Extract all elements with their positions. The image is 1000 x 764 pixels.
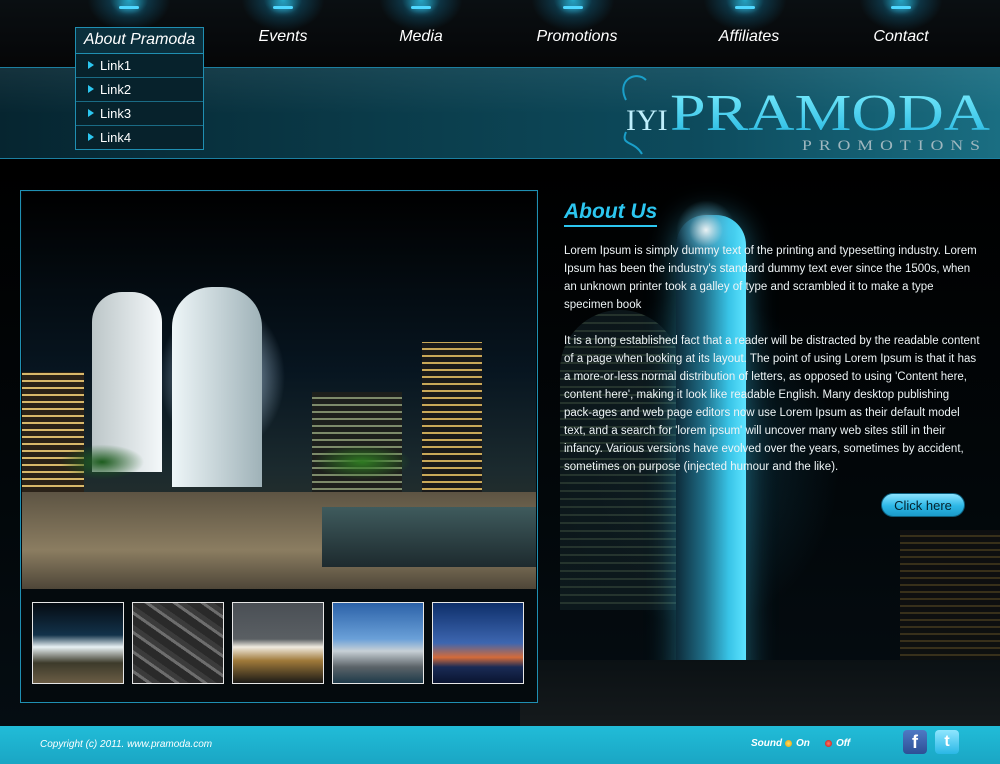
arrow-right-icon: [88, 61, 94, 69]
gallery-thumbnail-4[interactable]: [332, 602, 424, 684]
photo-shape: [322, 507, 536, 567]
about-dropdown-menu: About Pramoda Link1 Link2 Link3 Link4: [75, 27, 204, 150]
gallery-thumbnail-5[interactable]: [432, 602, 524, 684]
sound-on-icon: [785, 740, 792, 747]
logo-subtitle: PROMOTIONS: [802, 138, 987, 154]
arrow-right-icon: [88, 109, 94, 117]
dropdown-link-label: Link1: [100, 58, 132, 73]
nav-contact[interactable]: Contact: [836, 28, 966, 52]
about-heading: About Us: [564, 200, 658, 227]
dropdown-link-1[interactable]: Link1: [76, 54, 203, 78]
footer: Copyright (c) 2011. www.pramoda.com Soun…: [0, 726, 1000, 764]
dropdown-link-3[interactable]: Link3: [76, 102, 203, 126]
arrow-right-icon: [88, 133, 94, 141]
pramoda-logo[interactable]: IYI PRAMODA PROMOTIONS: [612, 70, 997, 158]
arrow-right-icon: [88, 85, 94, 93]
sound-off-button[interactable]: Off: [825, 738, 850, 749]
click-here-button[interactable]: Click here: [881, 493, 965, 517]
nav-events[interactable]: Events: [218, 28, 348, 52]
sound-on-label: On: [796, 738, 810, 749]
dropdown-link-2[interactable]: Link2: [76, 78, 203, 102]
gallery-thumbnail-3[interactable]: [232, 602, 324, 684]
sound-label: Sound: [751, 738, 783, 749]
gallery-thumbnail-1[interactable]: [32, 602, 124, 684]
logo-name: PRAMODA: [670, 85, 991, 142]
nav-media[interactable]: Media: [356, 28, 486, 52]
background-ground: [520, 660, 1000, 726]
nav-about-pramoda[interactable]: About Pramoda: [76, 28, 203, 54]
logo-mark: IYI: [626, 104, 668, 137]
nav-promotions[interactable]: Promotions: [512, 28, 642, 52]
dropdown-link-label: Link2: [100, 82, 132, 97]
photo-gallery: [20, 190, 538, 703]
about-paragraph-1: Lorem Ipsum is simply dummy text of the …: [564, 245, 977, 311]
nav-affiliates[interactable]: Affiliates: [684, 28, 814, 52]
photo-shape: [22, 432, 536, 492]
logo-graphic: IYI PRAMODA PROMOTIONS: [622, 75, 991, 155]
featured-photo: [22, 192, 536, 589]
about-paragraph-2: It is a long established fact that a rea…: [564, 335, 980, 473]
sound-on-button[interactable]: On: [785, 738, 810, 749]
dropdown-link-label: Link3: [100, 106, 132, 121]
dropdown-link-4[interactable]: Link4: [76, 126, 203, 150]
copyright-text: Copyright (c) 2011. www.pramoda.com: [40, 739, 213, 750]
sound-off-label: Off: [836, 738, 851, 749]
gallery-thumbnail-2[interactable]: [132, 602, 224, 684]
main-content: About Us Lorem Ipsum is simply dummy tex…: [0, 160, 1000, 726]
sound-off-icon: [825, 740, 832, 747]
dropdown-link-label: Link4: [100, 130, 132, 145]
facebook-icon[interactable]: f: [903, 730, 927, 754]
twitter-icon[interactable]: t: [935, 730, 959, 754]
